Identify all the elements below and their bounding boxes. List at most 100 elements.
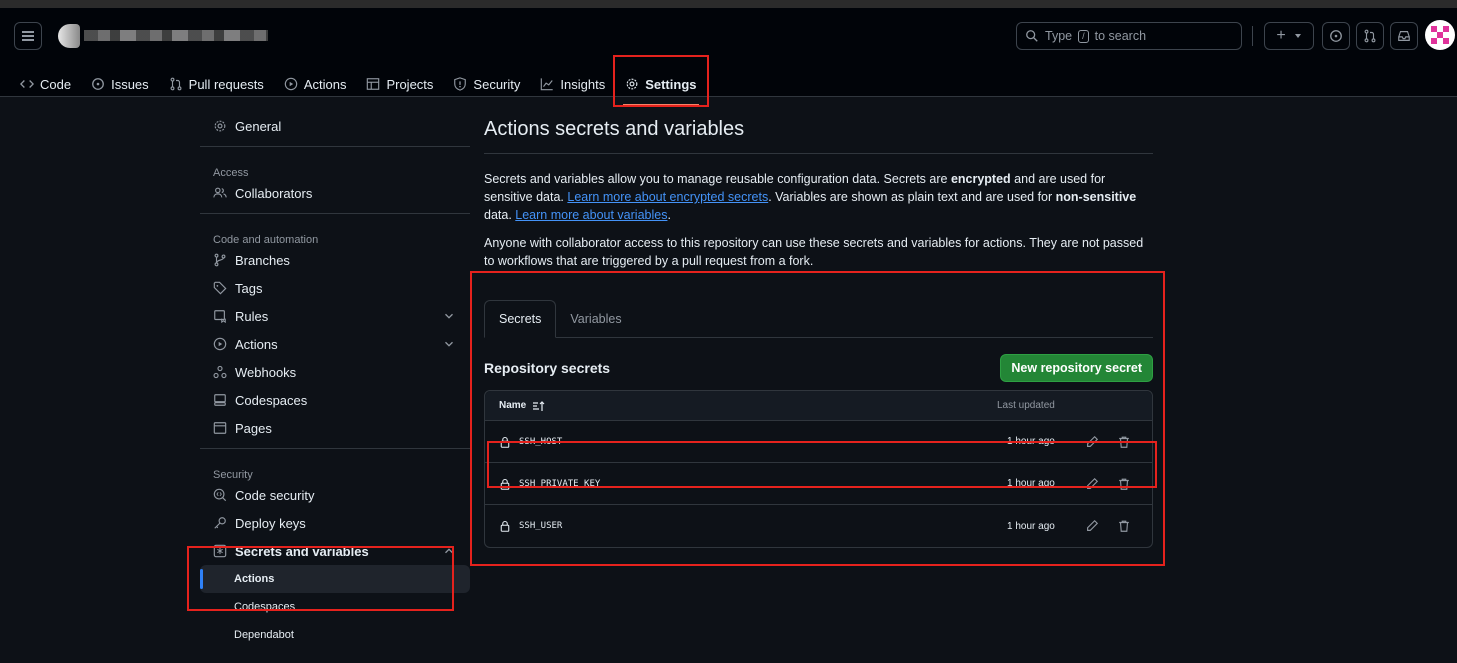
sidebar-divider xyxy=(200,146,470,147)
sidebar-item-actions[interactable]: Actions xyxy=(200,330,470,358)
tab-label: Code xyxy=(40,76,72,92)
tab-secrets[interactable]: Secrets xyxy=(484,300,557,338)
sidebar-item-general[interactable]: General xyxy=(200,112,470,140)
sort-asc-icon[interactable] xyxy=(532,400,546,412)
search-input[interactable]: Type / to search xyxy=(1016,22,1242,50)
table-row: SSH_USER 1 hour ago xyxy=(485,505,1152,547)
sidebar-heading-code-automation: Code and automation xyxy=(213,234,319,246)
tab-label: Projects xyxy=(386,76,434,92)
sidebar-subitem-actions[interactable]: Actions xyxy=(200,565,470,593)
pencil-icon[interactable] xyxy=(1085,477,1099,491)
play-icon xyxy=(284,77,298,91)
window-top-strip xyxy=(0,0,1457,8)
repo-navigation: Code Issues Pull requests Actions Projec… xyxy=(10,64,707,106)
sidebar-item-collaborators[interactable]: Collaborators xyxy=(200,179,470,207)
lock-icon xyxy=(500,478,510,490)
text-fragment: . Variables are shown as plain text and … xyxy=(768,190,1056,204)
text-fragment: Secrets and variables allow you to manag… xyxy=(484,172,951,186)
sidebar-item-rules[interactable]: Rules xyxy=(200,302,470,330)
sidebar-item-label: Rules xyxy=(235,308,269,324)
sidebar-item-label: General xyxy=(235,118,282,134)
triangle-down-icon xyxy=(1294,34,1301,38)
tab-pull-requests[interactable]: Pull requests xyxy=(159,70,274,98)
tab-issues[interactable]: Issues xyxy=(81,70,159,98)
inbox-button[interactable] xyxy=(1390,22,1418,50)
create-new-button[interactable]: + xyxy=(1264,22,1314,50)
text-bold: encrypted xyxy=(950,172,1011,186)
issue-opened-icon xyxy=(1330,30,1342,42)
pull-request-icon xyxy=(170,77,182,91)
secret-name: SSH_HOST xyxy=(519,436,563,447)
tab-projects[interactable]: Projects xyxy=(356,70,443,98)
tab-label: Insights xyxy=(560,76,606,92)
chevron-up-icon[interactable] xyxy=(442,544,456,558)
text-fragment: data. xyxy=(484,208,516,222)
gear-icon xyxy=(626,78,638,90)
pencil-icon[interactable] xyxy=(1085,519,1099,533)
issues-button[interactable] xyxy=(1322,22,1350,50)
column-name-header[interactable]: Name xyxy=(499,400,526,411)
sidebar-divider xyxy=(200,448,470,449)
sidebar-item-code-security[interactable]: Code security xyxy=(200,481,470,509)
plus-icon: + xyxy=(1276,27,1286,44)
tab-label: Issues xyxy=(111,76,149,92)
sidebar-item-label: Collaborators xyxy=(235,185,313,201)
learn-more-secrets-link[interactable]: Learn more about encrypted secrets xyxy=(567,190,768,204)
pull-requests-button[interactable] xyxy=(1356,22,1384,50)
sidebar-item-label: Webhooks xyxy=(235,364,297,380)
hamburger-icon xyxy=(22,35,34,37)
tab-code[interactable]: Code xyxy=(10,70,81,98)
sidebar-item-secrets-variables[interactable]: Secrets and variables xyxy=(200,537,470,565)
new-repository-secret-button[interactable]: New repository secret xyxy=(1000,354,1153,382)
play-icon xyxy=(213,337,227,351)
chevron-down-icon[interactable] xyxy=(442,309,456,323)
table-icon xyxy=(367,78,380,90)
learn-more-variables-link[interactable]: Learn more about variables xyxy=(515,208,667,222)
search-icon xyxy=(1026,30,1038,42)
tab-actions[interactable]: Actions xyxy=(274,70,357,98)
search-shortcut-key: / xyxy=(1078,29,1089,43)
settings-sidebar: General Access Collaborators Code and au… xyxy=(200,112,470,649)
pencil-icon[interactable] xyxy=(1085,435,1099,449)
sidebar-divider xyxy=(200,213,470,214)
trash-icon[interactable] xyxy=(1117,477,1131,491)
repo-name-redacted[interactable] xyxy=(84,30,268,41)
lock-icon xyxy=(500,436,510,448)
sidebar-heading-security: Security xyxy=(213,469,253,481)
trash-icon[interactable] xyxy=(1117,519,1131,533)
shield-icon xyxy=(454,77,467,91)
menu-button[interactable] xyxy=(14,22,42,50)
sidebar-item-webhooks[interactable]: Webhooks xyxy=(200,358,470,386)
sidebar-subitem-dependabot[interactable]: Dependabot xyxy=(200,621,470,649)
tab-settings[interactable]: Settings xyxy=(615,70,706,106)
tab-label: Settings xyxy=(645,76,697,92)
issue-icon xyxy=(92,78,104,90)
search-placeholder-before: Type xyxy=(1045,29,1073,43)
graph-icon xyxy=(541,78,554,91)
tab-security[interactable]: Security xyxy=(443,70,530,98)
section-title: Repository secrets xyxy=(484,360,611,376)
chevron-down-icon[interactable] xyxy=(442,337,456,351)
secret-name: SSH_USER xyxy=(519,521,563,531)
description-paragraph: Secrets and variables allow you to manag… xyxy=(484,170,1153,224)
pull-request-icon xyxy=(1364,29,1376,43)
sidebar-item-branches[interactable]: Branches xyxy=(200,246,470,274)
table-row: SSH_PRIVATE_KEY 1 hour ago xyxy=(485,463,1152,505)
sidebar-subitem-codespaces[interactable]: Codespaces xyxy=(200,593,470,621)
sidebar-item-pages[interactable]: Pages xyxy=(200,414,470,442)
tab-label: Pull requests xyxy=(188,76,264,92)
user-avatar[interactable] xyxy=(1425,20,1455,50)
tab-variables[interactable]: Variables xyxy=(556,300,635,337)
webhook-icon xyxy=(213,365,227,379)
git-branch-icon xyxy=(214,253,226,267)
trash-icon[interactable] xyxy=(1117,435,1131,449)
sidebar-item-label: Actions xyxy=(235,336,278,352)
search-placeholder-after: to search xyxy=(1094,29,1147,43)
tab-insights[interactable]: Insights xyxy=(530,70,615,98)
sidebar-item-codespaces[interactable]: Codespaces xyxy=(200,386,470,414)
tab-label: Security xyxy=(473,76,521,92)
sidebar-item-tags[interactable]: Tags xyxy=(200,274,470,302)
sidebar-item-label: Secrets and variables xyxy=(235,543,369,559)
sidebar-item-deploy-keys[interactable]: Deploy keys xyxy=(200,509,470,537)
repo-owner-avatar[interactable] xyxy=(58,24,80,48)
